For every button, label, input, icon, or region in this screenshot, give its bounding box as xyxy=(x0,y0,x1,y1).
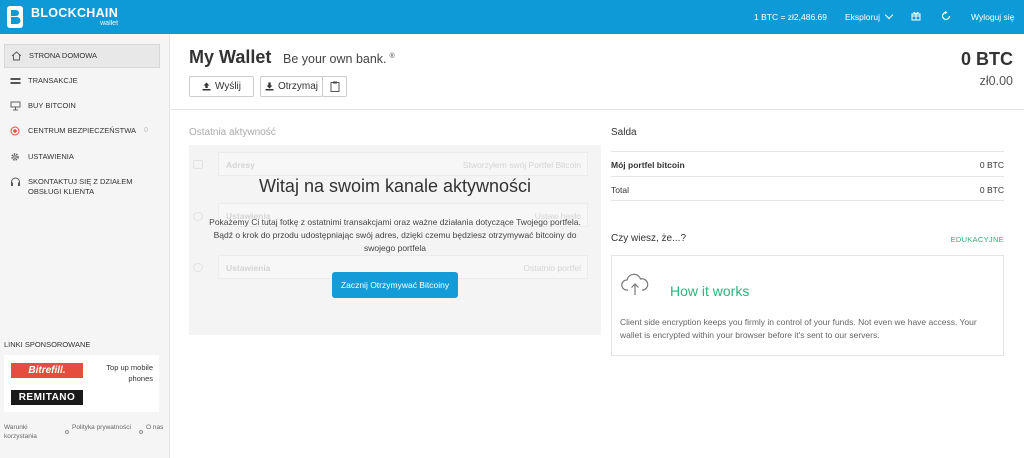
did-you-know-title: Czy wiesz, że...? xyxy=(611,233,687,244)
wallet-icon xyxy=(193,160,203,169)
balances-divider xyxy=(611,200,1004,201)
brand-logo[interactable]: BLOCKCHAIN wallet xyxy=(5,4,118,30)
page-tagline: Be your own bank. ® xyxy=(283,52,395,66)
sponsored-links: Bitrefill. Top up mobile phones REMITANO xyxy=(4,355,159,412)
balance-row-value: 0 BTC xyxy=(979,185,1004,195)
header-divider xyxy=(171,109,1024,110)
topup-link[interactable]: Top up mobile phones xyxy=(93,363,153,384)
sidebar: STRONA DOMOWA TRANSAKCJE BUY BITCOIN CEN… xyxy=(0,34,170,458)
balance-row-label: Mój portfel bitcoin xyxy=(611,160,685,170)
ghost-row-value: Ostatnio portfel xyxy=(523,263,581,273)
copy-address-button[interactable] xyxy=(322,76,347,97)
registered-mark: ® xyxy=(389,52,395,60)
sidebar-item-security-center[interactable]: CENTRUM BEZPIECZEŃSTWA 0 xyxy=(4,120,160,142)
security-badge: 0 xyxy=(144,127,148,134)
dot-separator xyxy=(65,430,69,434)
sidebar-item-buy-bitcoin[interactable]: BUY BITCOIN xyxy=(4,95,160,117)
balance-row-label: Total xyxy=(611,185,629,195)
send-button[interactable]: Wyślij xyxy=(189,76,254,97)
page-title: My Wallet xyxy=(189,47,272,67)
refresh-icon[interactable] xyxy=(941,11,951,21)
footer-link-privacy[interactable]: Polityka prywatności xyxy=(72,423,131,432)
brand-name: BLOCKCHAIN xyxy=(31,5,119,20)
buy-bitcoin-icon xyxy=(10,101,21,111)
ghost-activity-row: Adresy Stworzyłem swój Portfel Bitcoin xyxy=(218,152,588,176)
explore-menu[interactable]: Eksploruj xyxy=(845,10,894,22)
clipboard-icon xyxy=(330,81,339,92)
transactions-icon xyxy=(10,78,21,84)
dot-separator xyxy=(139,430,143,434)
sidebar-item-transactions[interactable]: TRANSAKCJE xyxy=(4,70,160,92)
activity-feed: Adresy Stworzyłem swój Portfel Bitcoin U… xyxy=(189,145,601,335)
headset-icon xyxy=(11,177,20,186)
balance-row-wallet[interactable]: Mój portfel bitcoin 0 BTC xyxy=(611,151,1004,176)
gift-icon[interactable] xyxy=(911,11,921,21)
balances-title: Salda xyxy=(611,127,637,138)
how-it-works-title: How it works xyxy=(670,283,750,299)
balance-btc: 0 BTC xyxy=(960,49,1013,69)
ghost-row-label: Adresy xyxy=(226,160,255,170)
download-icon xyxy=(265,82,274,91)
footer-link-about[interactable]: O nas xyxy=(146,423,163,432)
did-you-know-tag[interactable]: EDUKACYJNE xyxy=(951,235,1004,244)
sidebar-item-label: CENTRUM BEZPIECZEŃSTWA xyxy=(28,126,137,135)
sponsored-links-title: LINKI SPONSOROWANE xyxy=(4,340,91,349)
blockchain-logo-icon xyxy=(7,6,23,28)
sidebar-item-support[interactable]: SKONTAKTUJ SIĘ Z DZIAŁEM OBSŁUGI KLIENTA xyxy=(4,171,160,203)
sidebar-item-label: TRANSAKCJE xyxy=(28,76,78,85)
logout-link[interactable]: Wyloguj się xyxy=(971,12,1014,22)
footer-link-terms[interactable]: Warunki korzystania xyxy=(4,423,62,442)
how-it-works-description: Client side encryption keeps you firmly … xyxy=(620,317,977,341)
balance-row-total: Total 0 BTC xyxy=(611,176,1004,201)
bitrefill-logo[interactable]: Bitrefill. xyxy=(11,363,83,378)
brand-subtitle: wallet xyxy=(100,20,119,28)
upload-icon xyxy=(202,82,211,91)
explore-label: Eksploruj xyxy=(845,12,880,22)
sidebar-item-settings[interactable]: USTAWIENIA xyxy=(4,146,160,168)
balance-row-value: 0 BTC xyxy=(979,160,1004,170)
welcome-title: Witaj na swoim kanale aktywności xyxy=(258,176,532,196)
gear-icon xyxy=(193,212,203,221)
chevron-down-icon xyxy=(884,10,894,20)
start-receiving-button[interactable]: Zacznij Otrzymywać Bitcoiny xyxy=(332,272,458,298)
sidebar-item-label: STRONA DOMOWA xyxy=(29,51,98,60)
cloud-upload-icon xyxy=(621,273,649,295)
gear-icon xyxy=(193,263,203,272)
receive-label: Otrzymaj xyxy=(278,81,318,92)
sidebar-item-label: SKONTAKTUJ SIĘ Z DZIAŁEM OBSŁUGI KLIENTA xyxy=(28,177,133,197)
sidebar-item-label: BUY BITCOIN xyxy=(28,101,76,110)
home-icon xyxy=(11,51,22,61)
balance-fiat: zł0.00 xyxy=(979,74,1013,88)
welcome-description: Pokażemy Ci tutaj fotkę z ostatnimi tran… xyxy=(209,217,581,253)
tagline-text: Be your own bank. xyxy=(283,52,387,66)
footer-link-label: Warunki korzystania xyxy=(4,424,37,441)
sidebar-item-label: USTAWIENIA xyxy=(28,152,74,161)
top-bar: BLOCKCHAIN wallet 1 BTC = zł2,486.69 Eks… xyxy=(0,0,1024,34)
activity-title: Ostatnia aktywność xyxy=(189,127,276,138)
security-center-icon xyxy=(10,126,20,136)
did-you-know-card: How it works Client side encryption keep… xyxy=(611,255,1004,356)
footer-links: Warunki korzystania Polityka prywatności… xyxy=(4,423,164,442)
receive-button[interactable]: Otrzymaj xyxy=(260,76,323,97)
sidebar-item-home[interactable]: STRONA DOMOWA xyxy=(4,44,160,69)
ghost-row-label: Ustawienia xyxy=(226,263,271,273)
gear-icon xyxy=(11,153,19,161)
send-label: Wyślij xyxy=(214,81,241,92)
remitano-logo[interactable]: REMITANO xyxy=(11,390,83,405)
ghost-row-value: Stworzyłem swój Portfel Bitcoin xyxy=(462,160,581,170)
btc-rate: 1 BTC = zł2,486.69 xyxy=(754,12,828,22)
